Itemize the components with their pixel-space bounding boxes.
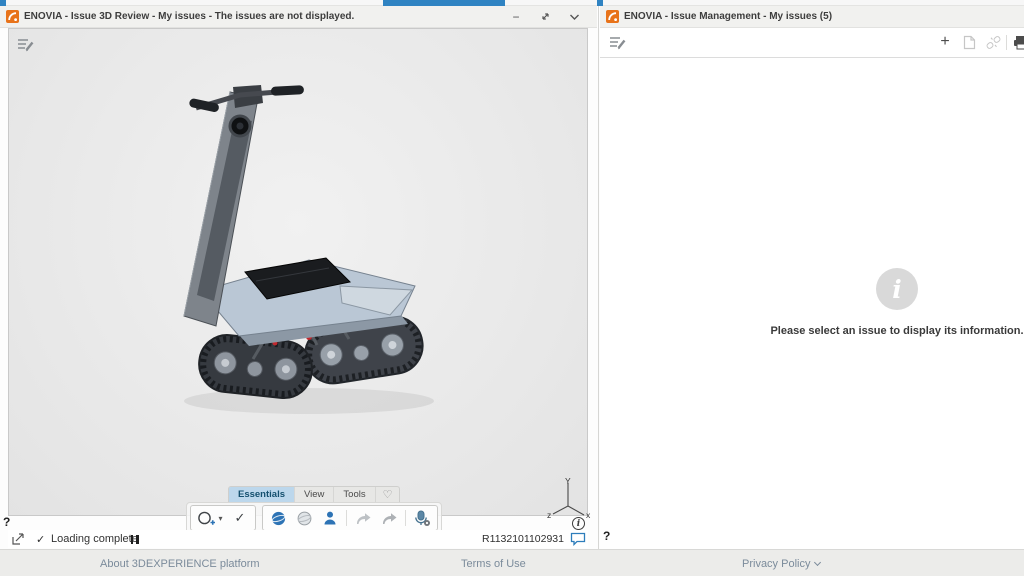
info-icon[interactable]: i (572, 517, 585, 530)
enovia-logo-icon (6, 10, 19, 23)
blue-sphere-icon (270, 510, 287, 527)
axis-x-label: x (586, 510, 591, 520)
app-window: ENOVIA - Issue 3D Review - My issues - T… (0, 0, 1024, 576)
empty-state-message: Please select an issue to display its in… (707, 325, 1024, 337)
unlink-button[interactable] (984, 33, 1002, 51)
tab-tools[interactable]: Tools (334, 487, 375, 502)
pause-icon[interactable] (129, 530, 140, 548)
record-options-button[interactable] (410, 507, 434, 529)
panel-divider[interactable] (598, 6, 599, 549)
list-pencil-icon (17, 37, 35, 52)
footer-terms-link[interactable]: Terms of Use (461, 558, 526, 570)
viewer-toolbar: Essentials View Tools ♡ ▾ ✓ (186, 486, 442, 534)
minimize-button[interactable]: − (509, 10, 523, 24)
viewer-toolbar-tabs: Essentials View Tools ♡ (228, 486, 400, 502)
empty-state: i Please select an issue to display its … (707, 268, 1024, 337)
left-window-header: ENOVIA - Issue 3D Review - My issues - T… (0, 6, 597, 28)
create-issue-button[interactable]: + (936, 33, 954, 51)
axis-y-label: Y (565, 476, 571, 486)
gray-sphere-icon (296, 510, 313, 527)
ghost-sphere-button[interactable] (292, 507, 316, 529)
toolbar-separator (1006, 35, 1007, 50)
tab-view[interactable]: View (295, 487, 334, 502)
footer-privacy-label: Privacy Policy (742, 558, 810, 570)
footer: About 3DEXPERIENCE platform Terms of Use… (0, 549, 1024, 576)
select-sphere-button[interactable] (266, 507, 290, 529)
toolbar-group-review (262, 505, 438, 531)
resize-button[interactable] (538, 10, 552, 24)
footer-privacy-link[interactable]: Privacy Policy (742, 558, 820, 570)
issue-toolbar: + (600, 28, 1024, 58)
axis-triad[interactable]: Y x z (546, 476, 592, 520)
release-code: R1132101102931 (482, 530, 564, 548)
open-in-new-tab-button[interactable] (960, 33, 978, 51)
status-bar: ✓ Loading complete R1132101102931 (8, 530, 588, 548)
curved-arrow-icon (354, 512, 372, 525)
info-circle-icon: i (876, 268, 918, 310)
favorites-heart-icon[interactable]: ♡ (376, 488, 400, 501)
enovia-logo-icon (606, 10, 619, 23)
printer-button[interactable] (1012, 33, 1024, 51)
chevron-down-icon (814, 559, 821, 566)
collapse-button[interactable] (567, 10, 581, 24)
view-config-icon (197, 510, 217, 527)
reviewer-button[interactable] (318, 507, 342, 529)
footer-about-link[interactable]: About 3DEXPERIENCE platform (100, 558, 260, 570)
check-icon: ✓ (36, 530, 45, 548)
toolbar-separator (405, 510, 406, 526)
left-window-title: ENOVIA - Issue 3D Review - My issues - T… (24, 11, 354, 22)
curved-arrow-icon (380, 512, 398, 525)
share-forward-button[interactable] (377, 507, 401, 529)
help-button[interactable]: ? (3, 515, 10, 529)
person-icon (322, 510, 338, 526)
list-pencil-icon (609, 35, 627, 50)
tab-essentials[interactable]: Essentials (229, 487, 295, 502)
vehicle-3d-model (9, 29, 589, 517)
axis-z-label: z (547, 510, 551, 520)
document-icon (963, 35, 976, 50)
chevron-down-icon (569, 13, 580, 21)
filter-issues-button[interactable] (609, 33, 627, 51)
3d-viewer-canvas[interactable] (8, 28, 588, 516)
toolbar-group-primary: ▾ ✓ (190, 505, 256, 531)
share-back-button[interactable] (351, 507, 375, 529)
dropdown-caret-icon: ▾ (218, 514, 222, 523)
loading-status-text: Loading complete (51, 530, 138, 548)
validate-button[interactable]: ✓ (228, 507, 252, 529)
printer-icon (1013, 35, 1024, 50)
microphone-gear-icon (413, 510, 431, 527)
broken-link-icon (986, 35, 1001, 50)
pop-out-icon[interactable] (12, 530, 25, 548)
right-window-header: ENOVIA - Issue Management - My issues (5… (600, 6, 1024, 28)
annotate-list-button[interactable] (17, 37, 35, 52)
pop-out-arrow-icon (12, 533, 25, 545)
toolbar-separator (346, 510, 347, 526)
right-window-title: ENOVIA - Issue Management - My issues (5… (624, 11, 832, 22)
view-config-button[interactable]: ▾ (194, 507, 226, 529)
issue-detail-panel: i Please select an issue to display its … (600, 58, 1024, 549)
resize-diagonal-icon (540, 11, 551, 22)
help-button[interactable]: ? (603, 529, 610, 543)
comment-bubble-icon[interactable] (570, 530, 586, 548)
left-window-controls: − (509, 10, 591, 24)
